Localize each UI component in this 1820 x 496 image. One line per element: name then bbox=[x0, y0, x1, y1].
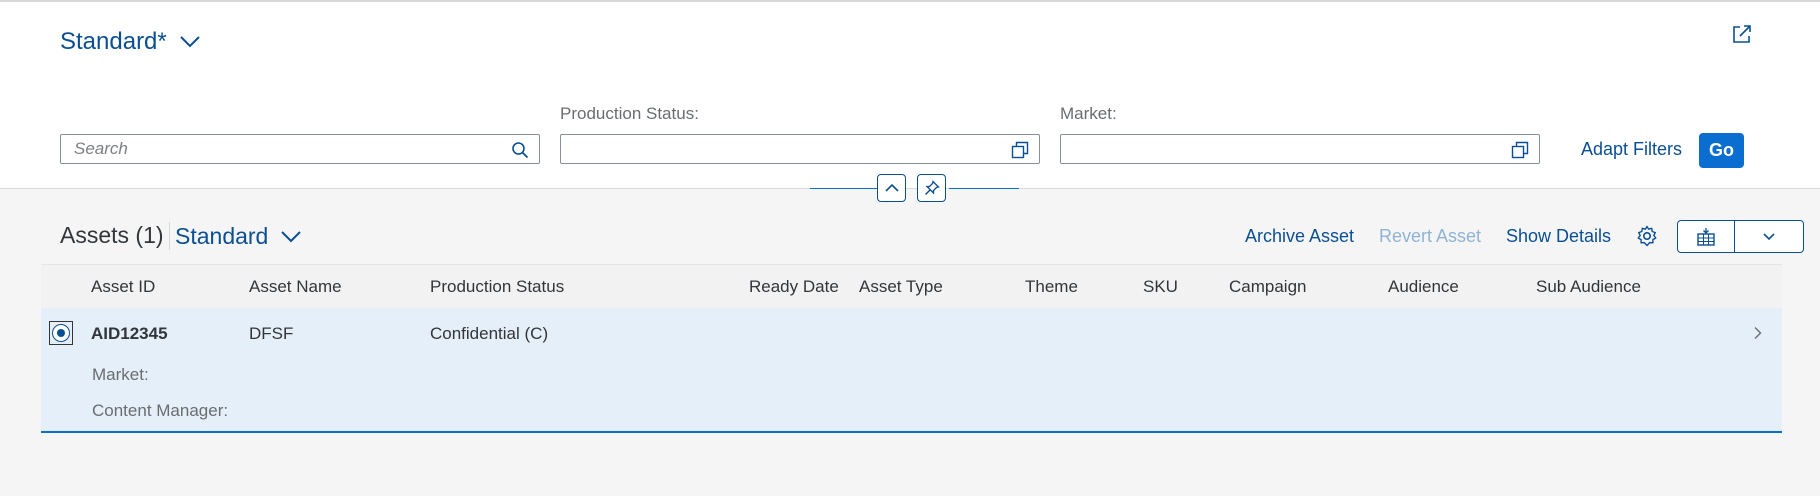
column-header[interactable]: Sub Audience bbox=[1536, 277, 1641, 297]
table-title: Assets (1) bbox=[60, 222, 164, 248]
variant-management[interactable]: Standard* bbox=[60, 28, 201, 56]
column-header[interactable]: SKU bbox=[1143, 277, 1178, 297]
production-status-field[interactable] bbox=[560, 134, 1040, 164]
filter-bar-header: Standard* Production Status: Market: bbox=[0, 2, 1820, 189]
table-row[interactable]: AID12345 DFSF Confidential (C) Market: C… bbox=[41, 308, 1782, 433]
radio-ring bbox=[52, 324, 70, 342]
production-status-label: Production Status: bbox=[560, 104, 699, 123]
value-help-icon[interactable] bbox=[1011, 141, 1029, 159]
archive-asset-button[interactable]: Archive Asset bbox=[1245, 226, 1354, 247]
table-variant-management[interactable]: Standard bbox=[175, 223, 302, 250]
radio-dot bbox=[57, 329, 65, 337]
variant-title: Standard* bbox=[60, 28, 167, 55]
column-header[interactable]: Ready Date bbox=[749, 277, 839, 297]
row-select-radio[interactable] bbox=[49, 321, 73, 345]
column-header[interactable]: Asset Name bbox=[249, 277, 342, 297]
search-icon[interactable] bbox=[511, 141, 529, 159]
revert-asset-button[interactable]: Revert Asset bbox=[1379, 226, 1481, 247]
search-input[interactable] bbox=[61, 135, 539, 163]
adapt-filters-button[interactable]: Adapt Filters bbox=[1581, 139, 1682, 160]
market-label: Market: bbox=[1060, 104, 1117, 123]
column-header[interactable]: Theme bbox=[1025, 277, 1078, 297]
go-button[interactable]: Go bbox=[1699, 133, 1744, 168]
content-manager-sublabel: Content Manager: bbox=[92, 401, 229, 420]
market-field[interactable] bbox=[1060, 134, 1540, 164]
divider-line bbox=[810, 188, 877, 189]
table-header: Asset ID Asset Name Production Status Re… bbox=[41, 264, 1782, 309]
market-sublabel: Market: bbox=[92, 365, 149, 384]
chevron-down-icon[interactable] bbox=[280, 230, 302, 244]
divider-line bbox=[949, 188, 1019, 189]
column-header[interactable]: Asset Type bbox=[859, 277, 943, 297]
column-header[interactable]: Audience bbox=[1388, 277, 1459, 297]
production-status-cell: Confidential (C) bbox=[430, 324, 549, 343]
table-variant-title: Standard bbox=[175, 223, 269, 249]
market-input[interactable] bbox=[1061, 135, 1539, 163]
export-button[interactable] bbox=[1678, 221, 1735, 252]
collapse-header-button[interactable] bbox=[877, 174, 906, 202]
column-header[interactable]: Production Status bbox=[430, 277, 564, 297]
settings-gear-icon[interactable] bbox=[1636, 225, 1658, 247]
export-split-button[interactable] bbox=[1677, 220, 1804, 253]
export-menu-button[interactable] bbox=[1735, 221, 1803, 252]
chevron-down-icon[interactable] bbox=[179, 35, 201, 49]
collapse-icon bbox=[884, 183, 899, 192]
search-field[interactable] bbox=[60, 134, 540, 164]
asset-id-cell: AID12345 bbox=[91, 324, 168, 343]
production-status-input[interactable] bbox=[561, 135, 1039, 163]
column-header[interactable]: Campaign bbox=[1229, 277, 1307, 297]
show-details-button[interactable]: Show Details bbox=[1506, 226, 1611, 247]
column-header[interactable]: Asset ID bbox=[91, 277, 155, 297]
chevron-down-icon bbox=[1763, 232, 1775, 240]
value-help-icon[interactable] bbox=[1511, 141, 1529, 159]
toolbar-separator bbox=[169, 222, 170, 250]
chevron-right-icon[interactable] bbox=[1751, 326, 1765, 340]
share-icon[interactable] bbox=[1730, 22, 1754, 46]
pin-header-button[interactable] bbox=[917, 174, 946, 202]
asset-name-cell: DFSF bbox=[249, 324, 294, 343]
pin-icon bbox=[924, 180, 940, 195]
export-icon bbox=[1697, 227, 1715, 246]
